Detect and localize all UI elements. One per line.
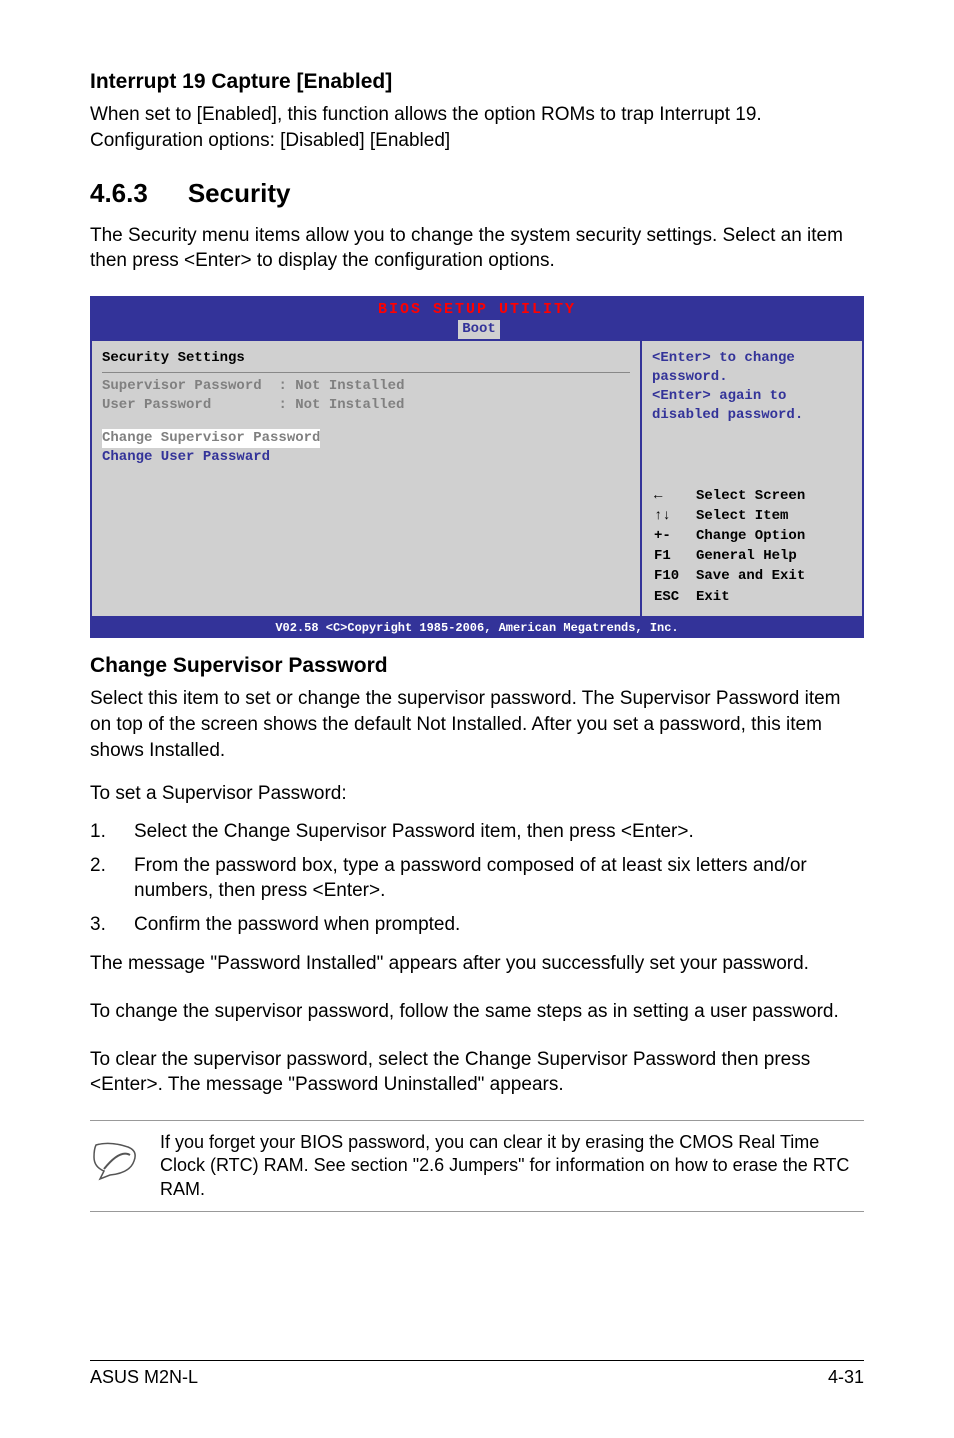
security-intro: The Security menu items allow you to cha… (90, 223, 864, 274)
key-exit: Exit (696, 588, 805, 606)
bios-key-legend: ← Select Screen ↑↓ Select Item +-Change Op… (652, 485, 852, 608)
bios-supervisor-label: Supervisor Password (102, 378, 262, 394)
note-text: If you forget your BIOS password, you ca… (160, 1131, 864, 1201)
change-password-para: To change the supervisor password, follo… (90, 999, 864, 1025)
bios-security-settings-title: Security Settings (102, 349, 630, 368)
password-installed-msg: The message "Password Installed" appears… (90, 951, 864, 977)
change-supervisor-heading: Change Supervisor Password (90, 652, 864, 680)
bios-boot-tab: Boot (458, 320, 500, 339)
step-3: 3.Confirm the password when prompted. (90, 912, 864, 938)
bios-change-supervisor: Change Supervisor Password (102, 429, 630, 448)
key-select-item: Select Item (696, 507, 805, 525)
key-plusminus: +- (654, 527, 694, 545)
key-select-screen: Select Screen (696, 487, 805, 505)
key-esc: ESC (654, 588, 694, 606)
interrupt-heading: Interrupt 19 Capture [Enabled] (90, 68, 864, 96)
interrupt-description: When set to [Enabled], this function all… (90, 102, 864, 153)
note-icon (90, 1131, 142, 1188)
key-change-option: Change Option (696, 527, 805, 545)
key-f1: F1 (654, 547, 694, 565)
footer-product: ASUS M2N-L (90, 1367, 198, 1388)
bios-title-bar: BIOS SETUP UTILITY Boot (90, 296, 864, 339)
step-2: 2.From the password box, type a password… (90, 853, 864, 904)
footer-page-number: 4-31 (828, 1367, 864, 1388)
bios-user-label: User Password (102, 397, 211, 413)
security-section-heading: 4.6.3 Security (90, 176, 864, 211)
change-supervisor-desc: Select this item to set or change the su… (90, 686, 864, 763)
bios-left-panel: Security Settings Supervisor Password : … (92, 341, 640, 616)
steps-list: 1.Select the Change Supervisor Password … (90, 819, 864, 938)
bios-help-text: <Enter> to change password. <Enter> agai… (652, 349, 852, 425)
clear-password-para: To clear the supervisor password, select… (90, 1047, 864, 1098)
key-general-help: General Help (696, 547, 805, 565)
bios-change-user: Change User Passward (102, 448, 630, 467)
section-title: Security (188, 178, 291, 208)
key-f10: F10 (654, 567, 694, 585)
step-1: 1.Select the Change Supervisor Password … (90, 819, 864, 845)
bios-copyright-footer: V02.58 <C>Copyright 1985-2006, American … (90, 618, 864, 638)
bios-right-panel: <Enter> to change password. <Enter> agai… (642, 341, 862, 616)
bios-supervisor-value: : Not Installed (278, 378, 404, 394)
to-set-supervisor: To set a Supervisor Password: (90, 781, 864, 807)
bios-user-value: : Not Installed (278, 397, 404, 413)
key-save-exit: Save and Exit (696, 567, 805, 585)
bios-utility-title: BIOS SETUP UTILITY (378, 301, 576, 318)
left-arrow-icon: ← (654, 487, 662, 505)
note-block: If you forget your BIOS password, you ca… (90, 1120, 864, 1212)
updown-arrow-icon: ↑↓ (654, 507, 671, 525)
bios-user-row: User Password : Not Installed (102, 396, 630, 415)
section-number: 4.6.3 (90, 176, 148, 211)
bios-screenshot: BIOS SETUP UTILITY Boot Security Setting… (90, 296, 864, 638)
page-footer: ASUS M2N-L 4-31 (90, 1360, 864, 1388)
bios-supervisor-row: Supervisor Password : Not Installed (102, 377, 630, 396)
